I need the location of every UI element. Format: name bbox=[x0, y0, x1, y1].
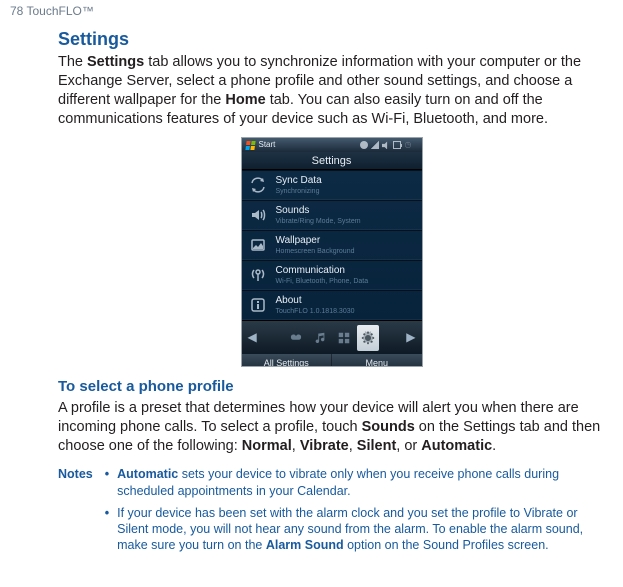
note-item: • Automatic sets your device to vibrate … bbox=[105, 466, 605, 499]
softkey-left: All Settings bbox=[242, 354, 333, 367]
profile-term-automatic: Automatic bbox=[421, 438, 492, 454]
profile-sep: , bbox=[292, 438, 300, 454]
status-icon bbox=[360, 141, 368, 149]
list-item-sync: Sync Data Synchronizing bbox=[242, 170, 422, 200]
profile-term-normal: Normal bbox=[242, 438, 292, 454]
phone-screenshot: Start ◷ Settings Syn bbox=[241, 137, 423, 367]
phone-figure: Start ◷ Settings Syn bbox=[58, 137, 605, 367]
intro-term-home: Home bbox=[225, 92, 265, 108]
profile-paragraph: A profile is a preset that determines ho… bbox=[58, 399, 605, 456]
list-item-sub: TouchFLO 1.0.1818.3030 bbox=[276, 308, 355, 315]
signal-icon bbox=[371, 141, 379, 149]
intro-term-settings: Settings bbox=[87, 54, 144, 70]
list-item-wallpaper: Wallpaper Homescreen Background bbox=[242, 230, 422, 260]
profile-end: . bbox=[492, 438, 496, 454]
notes-label: Notes bbox=[58, 466, 93, 559]
softkey-bar: All Settings Menu bbox=[242, 354, 422, 367]
tab-weather bbox=[285, 325, 307, 351]
screen-title: Settings bbox=[242, 152, 422, 170]
note-body: sets your device to vibrate only when yo… bbox=[117, 467, 559, 497]
list-item-communication: Communication Wi-Fi, Bluetooth, Phone, D… bbox=[242, 260, 422, 290]
settings-intro: The Settings tab allows you to synchroni… bbox=[58, 53, 605, 130]
profile-sep: , bbox=[349, 438, 357, 454]
list-item-label: Communication bbox=[276, 266, 369, 276]
windows-flag-icon bbox=[245, 141, 255, 150]
intro-text: The bbox=[58, 54, 87, 70]
settings-list: Sync Data Synchronizing Sounds Vibrate/R… bbox=[242, 170, 422, 320]
list-item-sub: Synchronizing bbox=[276, 188, 322, 195]
status-icons bbox=[360, 141, 401, 149]
notes-items: • Automatic sets your device to vibrate … bbox=[105, 466, 605, 559]
chevron-right-icon: ▶ bbox=[404, 330, 417, 346]
profile-subheading: To select a phone profile bbox=[58, 377, 605, 397]
list-item-label: Sync Data bbox=[276, 176, 322, 186]
start-label: Start bbox=[259, 140, 276, 150]
volume-icon bbox=[382, 141, 390, 149]
profile-term-vibrate: Vibrate bbox=[300, 438, 349, 454]
note-term-automatic: Automatic bbox=[117, 467, 178, 481]
note-text: If your device has been set with the ala… bbox=[117, 505, 605, 554]
info-icon bbox=[248, 295, 268, 315]
list-item-label: Wallpaper bbox=[276, 236, 355, 246]
page-content: Settings The Settings tab allows you to … bbox=[0, 28, 623, 560]
clock-icon: ◷ bbox=[405, 140, 412, 150]
tab-strip: ◀ ▶ bbox=[242, 320, 422, 354]
settings-heading: Settings bbox=[58, 28, 605, 51]
bullet-icon: • bbox=[105, 466, 109, 499]
antenna-icon bbox=[248, 265, 268, 285]
chevron-left-icon: ◀ bbox=[246, 330, 259, 346]
phone-status-bar: Start ◷ bbox=[242, 138, 422, 152]
bullet-icon: • bbox=[105, 505, 109, 554]
profile-sep: , or bbox=[396, 438, 421, 454]
list-item-sub: Homescreen Background bbox=[276, 248, 355, 255]
list-item-sounds: Sounds Vibrate/Ring Mode, System bbox=[242, 200, 422, 230]
page-header: 78 TouchFLO™ bbox=[0, 0, 623, 24]
note-term-alarm-sound: Alarm Sound bbox=[266, 538, 344, 552]
wallpaper-icon bbox=[248, 235, 268, 255]
list-item-sub: Vibrate/Ring Mode, System bbox=[276, 218, 361, 225]
notes-block: Notes • Automatic sets your device to vi… bbox=[58, 466, 605, 559]
softkey-right: Menu bbox=[332, 354, 422, 367]
sync-icon bbox=[248, 175, 268, 195]
profile-term-silent: Silent bbox=[357, 438, 396, 454]
note-text: Automatic sets your device to vibrate on… bbox=[117, 466, 605, 499]
list-item-about: About TouchFLO 1.0.1818.3030 bbox=[242, 290, 422, 320]
tab-music bbox=[309, 325, 331, 351]
speaker-icon bbox=[248, 205, 268, 225]
note-body: option on the Sound Profiles screen. bbox=[344, 538, 549, 552]
battery-icon bbox=[393, 141, 401, 149]
list-item-label: Sounds bbox=[276, 206, 361, 216]
tab-settings bbox=[357, 325, 379, 351]
note-item: • If your device has been set with the a… bbox=[105, 505, 605, 554]
profile-term-sounds: Sounds bbox=[362, 419, 415, 435]
list-item-label: About bbox=[276, 296, 355, 306]
tab-apps bbox=[333, 325, 355, 351]
list-item-sub: Wi-Fi, Bluetooth, Phone, Data bbox=[276, 278, 369, 285]
